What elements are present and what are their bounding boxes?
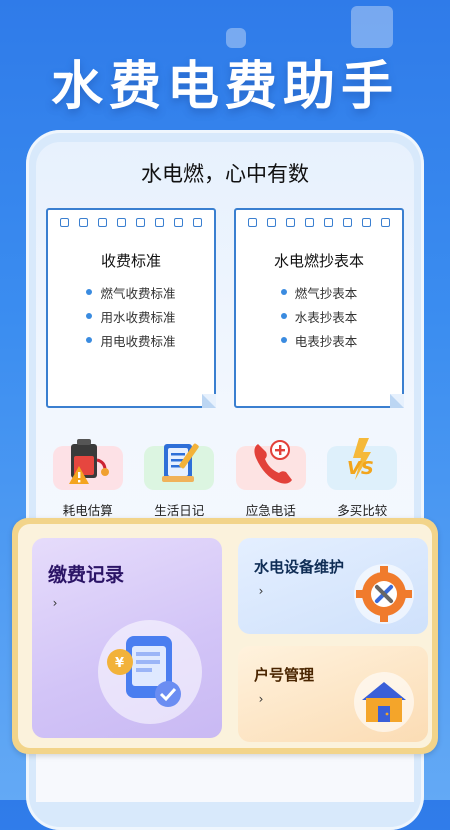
card-title: 户号管理 <box>254 666 315 684</box>
notebook-rings <box>248 218 390 227</box>
card-equipment-maintenance[interactable]: 水电设备维护 › <box>238 538 428 634</box>
note-title: 收费标准 <box>100 252 161 270</box>
card-title: 缴费记录 <box>48 564 125 586</box>
note-item-label: 电表抄表本 <box>294 333 358 349</box>
vs-icon: VS <box>327 438 398 490</box>
bullet-icon <box>280 289 287 295</box>
note-list: 燃气收费标准 用水收费标准 用电收费标准 <box>48 280 214 352</box>
note-card-meter-book[interactable]: 水电燃抄表本 燃气抄表本 水表抄表本 电表抄表本 <box>234 208 404 408</box>
page-fold <box>202 394 216 408</box>
tool-label: 生活日记 <box>154 503 205 518</box>
tool-label: 耗电估算 <box>62 503 113 518</box>
note-item[interactable]: 水表抄表本 <box>236 304 402 328</box>
note-list: 燃气抄表本 水表抄表本 电表抄表本 <box>236 280 402 352</box>
tool-price-compare[interactable]: VS 多买比较 <box>321 438 403 519</box>
chevron-right-icon: › <box>52 596 58 610</box>
note-item[interactable]: 电表抄表本 <box>236 328 402 352</box>
tool-label: 多买比较 <box>337 503 388 518</box>
feature-panel-inner: 缴费记录 › ¥ 水电设备维护 › 户号管理 › <box>18 524 432 748</box>
page-fold <box>390 394 404 408</box>
note-item-label: 水表抄表本 <box>294 309 358 325</box>
note-card-fee-standards[interactable]: 收费标准 燃气收费标准 用水收费标准 用电收费标准 <box>46 208 216 408</box>
feature-panel: 缴费记录 › ¥ 水电设备维护 › 户号管理 › <box>12 518 438 754</box>
banner-title: 水费电费助手 <box>50 57 399 117</box>
svg-text:¥: ¥ <box>115 656 124 671</box>
note-item-label: 燃气收费标准 <box>100 285 176 301</box>
note-item-label: 燃气抄表本 <box>294 285 358 301</box>
tool-power-estimate[interactable]: 耗电估算 <box>47 439 129 519</box>
house-icon <box>350 670 418 734</box>
note-item[interactable]: 用水收费标准 <box>48 304 214 328</box>
battery-warning-icon <box>52 439 123 490</box>
note-item[interactable]: 燃气收费标准 <box>48 280 214 304</box>
phone-icon <box>235 440 306 490</box>
note-item[interactable]: 燃气抄表本 <box>236 280 402 304</box>
bill-coin-icon: ¥ <box>90 616 208 724</box>
gear-tools-icon <box>348 562 418 626</box>
bullet-icon <box>280 313 287 319</box>
notebook-pen-icon <box>144 443 215 490</box>
bullet-icon <box>280 337 287 343</box>
note-item-label: 用电收费标准 <box>100 333 176 349</box>
tool-label: 应急电话 <box>245 503 296 518</box>
svg-text:VS: VS <box>347 458 374 479</box>
bullet-icon <box>86 289 93 295</box>
decor-square-large <box>351 6 393 48</box>
chevron-right-icon: › <box>258 584 264 598</box>
bullet-icon <box>86 337 93 343</box>
bullet-icon <box>86 313 93 319</box>
tool-emergency-phone[interactable]: 应急电话 <box>230 440 312 519</box>
tools-row: 耗电估算 生活日记 应急电话 VS 多买比较 <box>36 438 414 519</box>
tagline: 水电燃，心中有数 <box>141 162 309 186</box>
note-title: 水电燃抄表本 <box>273 252 364 270</box>
card-account-management[interactable]: 户号管理 › <box>238 646 428 742</box>
note-item[interactable]: 用电收费标准 <box>48 328 214 352</box>
bottom-area <box>36 760 414 800</box>
tool-life-diary[interactable]: 生活日记 <box>138 443 220 519</box>
notebook-rings <box>60 218 202 227</box>
card-payment-records[interactable]: 缴费记录 › ¥ <box>32 538 222 738</box>
card-title: 水电设备维护 <box>254 558 345 576</box>
note-item-label: 用水收费标准 <box>100 309 176 325</box>
chevron-right-icon: › <box>258 692 264 706</box>
